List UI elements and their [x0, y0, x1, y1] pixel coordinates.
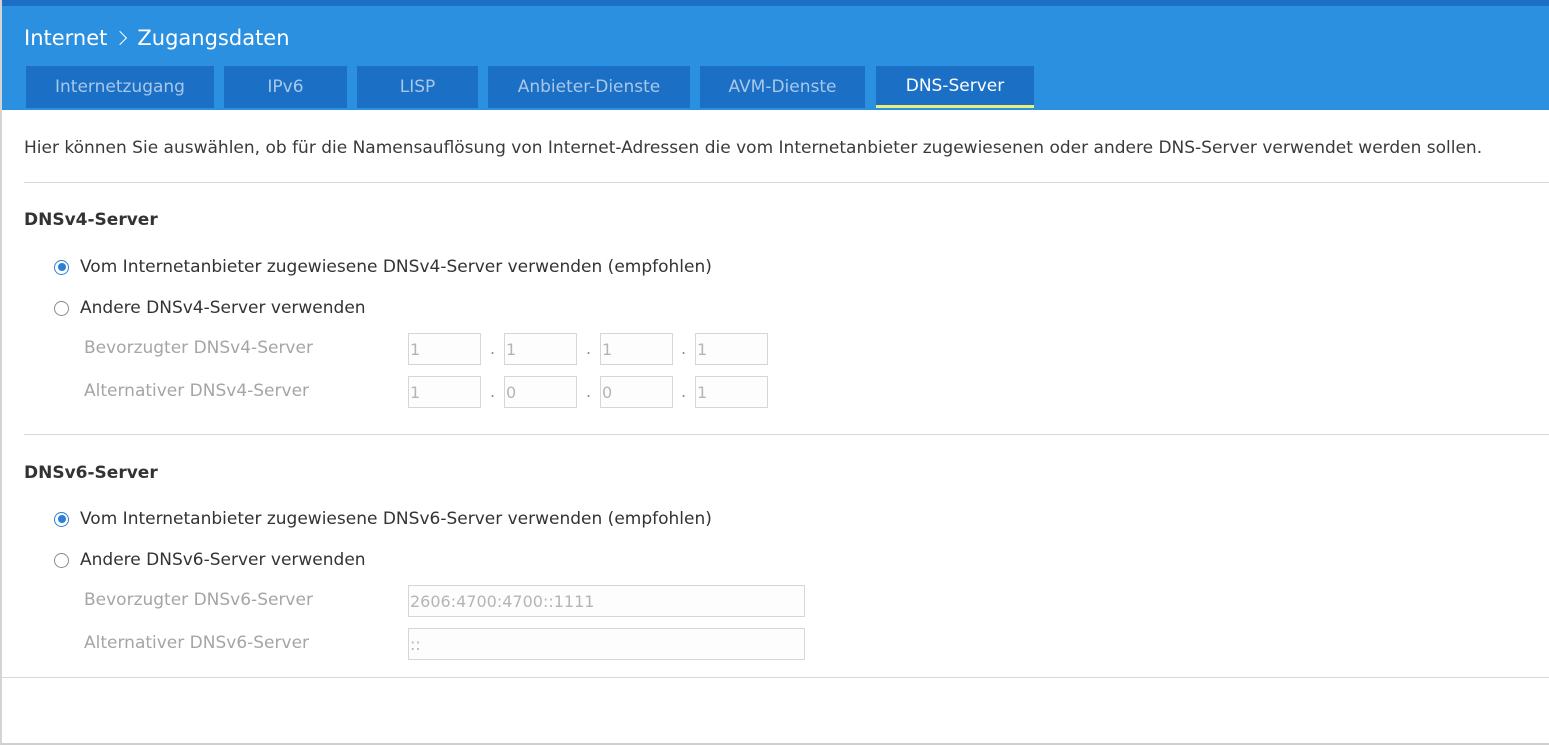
divider	[2, 677, 1549, 678]
dnsv4-alternative-octet-2[interactable]: 0	[504, 376, 577, 408]
intro-text: Hier können Sie auswählen, ob für die Na…	[24, 138, 1483, 158]
dnsv4-alternative-octet-1[interactable]: 1	[408, 376, 481, 408]
tab-dns-server[interactable]: DNS-Server	[876, 66, 1034, 108]
dnsv4-preferred-octet-2[interactable]: 1	[504, 333, 577, 365]
dnsv6-option-provider-label: Vom Internetanbieter zugewiesene DNSv6-S…	[80, 509, 712, 529]
tab-avm-dienste[interactable]: AVM-Dienste	[700, 66, 865, 108]
breadcrumb-internet[interactable]: Internet	[24, 26, 107, 50]
dnsv6-alternative-label: Alternativer DNSv6-Server	[84, 633, 310, 653]
octet-separator: .	[681, 339, 687, 358]
dnsv6-preferred-label: Bevorzugter DNSv6-Server	[84, 590, 313, 610]
octet-separator: .	[586, 382, 592, 401]
page: Internet Zugangsdaten Internetzugang IPv…	[0, 0, 1549, 745]
tab-internetzugang[interactable]: Internetzugang	[26, 66, 214, 108]
dnsv6-option-other-label: Andere DNSv6-Server verwenden	[80, 550, 366, 570]
dnsv4-preferred-octet-1[interactable]: 1	[408, 333, 481, 365]
dnsv6-option-other[interactable]: Andere DNSv6-Server verwenden	[54, 549, 366, 571]
tab-anbieter-dienste[interactable]: Anbieter-Dienste	[488, 66, 690, 108]
dnsv4-preferred-label: Bevorzugter DNSv4-Server	[84, 338, 313, 358]
divider	[24, 182, 1549, 183]
radio-unchecked-icon[interactable]	[54, 300, 69, 316]
dnsv4-option-provider[interactable]: Vom Internetanbieter zugewiesene DNSv4-S…	[54, 256, 712, 278]
octet-separator: .	[490, 339, 496, 358]
tab-ipv6[interactable]: IPv6	[224, 66, 347, 108]
chevron-right-icon	[113, 30, 128, 46]
octet-separator: .	[681, 382, 687, 401]
dnsv4-option-other[interactable]: Andere DNSv4-Server verwenden	[54, 297, 366, 319]
breadcrumb-current: Zugangsdaten	[137, 26, 290, 50]
dnsv4-section-title: DNSv4-Server	[24, 210, 158, 230]
dnsv6-section-title: DNSv6-Server	[24, 463, 158, 483]
divider	[24, 434, 1549, 435]
dnsv4-option-other-label: Andere DNSv4-Server verwenden	[80, 298, 366, 318]
dnsv4-alternative-octet-4[interactable]: 1	[695, 376, 768, 408]
octet-separator: .	[490, 382, 496, 401]
dnsv4-preferred-octet-3[interactable]: 1	[600, 333, 673, 365]
dnsv6-preferred-input[interactable]: 2606:4700:4700::1111	[408, 585, 805, 617]
breadcrumb: Internet Zugangsdaten	[24, 24, 290, 52]
radio-unchecked-icon[interactable]	[54, 552, 69, 568]
dnsv4-preferred-octet-4[interactable]: 1	[695, 333, 768, 365]
dnsv4-alternative-octet-3[interactable]: 0	[600, 376, 673, 408]
radio-checked-icon[interactable]	[54, 259, 69, 275]
tab-lisp[interactable]: LISP	[357, 66, 478, 108]
octet-separator: .	[586, 339, 592, 358]
dnsv4-alternative-label: Alternativer DNSv4-Server	[84, 381, 310, 401]
dnsv6-alternative-input[interactable]: ::	[408, 628, 805, 660]
dnsv6-option-provider[interactable]: Vom Internetanbieter zugewiesene DNSv6-S…	[54, 508, 712, 530]
dnsv4-option-provider-label: Vom Internetanbieter zugewiesene DNSv4-S…	[80, 257, 712, 277]
header-bar: Internet Zugangsdaten Internetzugang IPv…	[2, 6, 1549, 110]
radio-checked-icon[interactable]	[54, 511, 69, 527]
